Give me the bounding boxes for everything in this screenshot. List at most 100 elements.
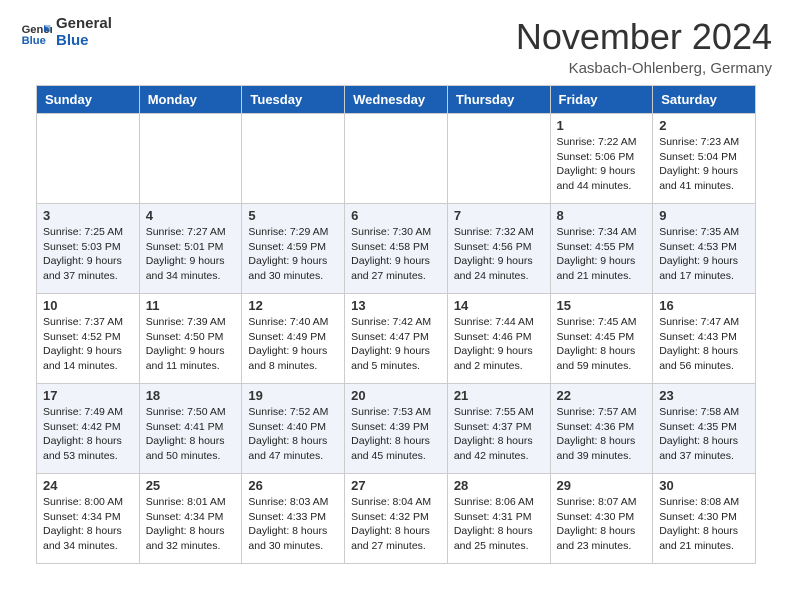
day-number: 2 xyxy=(659,118,749,133)
calendar-cell: 23 Sunrise: 7:58 AM Sunset: 4:35 PM Dayli… xyxy=(653,384,756,474)
calendar-cell: 14Sunrise: 7:44 AM Sunset: 4:46 PM Dayli… xyxy=(447,294,550,384)
col-header-sunday: Sunday xyxy=(37,86,140,114)
day-number: 29 xyxy=(557,478,647,493)
calendar-cell: 9 Sunrise: 7:35 AM Sunset: 4:53 PM Daylig… xyxy=(653,204,756,294)
day-number: 12 xyxy=(248,298,338,313)
day-number: 5 xyxy=(248,208,338,223)
day-number: 4 xyxy=(146,208,236,223)
day-info: Sunrise: 7:30 AM Sunset: 4:58 PM Dayligh… xyxy=(351,225,441,284)
location: Kasbach-Ohlenberg, Germany xyxy=(516,60,772,77)
day-info: Sunrise: 7:45 AM Sunset: 4:45 PM Dayligh… xyxy=(557,315,647,374)
day-info: Sunrise: 7:42 AM Sunset: 4:47 PM Dayligh… xyxy=(351,315,441,374)
day-info: Sunrise: 7:32 AM Sunset: 4:56 PM Dayligh… xyxy=(454,225,544,284)
day-info: Sunrise: 7:50 AM Sunset: 4:41 PM Dayligh… xyxy=(146,405,236,464)
day-number: 20 xyxy=(351,388,441,403)
calendar-cell: 11 Sunrise: 7:39 AM Sunset: 4:50 PM Dayli… xyxy=(139,294,242,384)
calendar-cell: 29 Sunrise: 8:07 AM Sunset: 4:30 PM Dayli… xyxy=(550,474,653,564)
day-number: 9 xyxy=(659,208,749,223)
calendar-cell xyxy=(242,114,345,204)
day-info: Sunrise: 7:55 AM Sunset: 4:37 PM Dayligh… xyxy=(454,405,544,464)
day-number: 26 xyxy=(248,478,338,493)
day-info: Sunrise: 7:47 AM Sunset: 4:43 PM Dayligh… xyxy=(659,315,749,374)
day-number: 16 xyxy=(659,298,749,313)
calendar-cell: 3 Sunrise: 7:25 AM Sunset: 5:03 PM Daylig… xyxy=(37,204,140,294)
day-number: 14 xyxy=(454,298,544,313)
calendar-cell: 16 Sunrise: 7:47 AM Sunset: 4:43 PM Dayli… xyxy=(653,294,756,384)
calendar-cell: 1Sunrise: 7:22 AM Sunset: 5:06 PM Daylig… xyxy=(550,114,653,204)
day-number: 7 xyxy=(454,208,544,223)
day-info: Sunrise: 8:06 AM Sunset: 4:31 PM Dayligh… xyxy=(454,495,544,554)
calendar-week-row: 3 Sunrise: 7:25 AM Sunset: 5:03 PM Daylig… xyxy=(37,204,756,294)
calendar-cell xyxy=(345,114,448,204)
calendar-cell: 28 Sunrise: 8:06 AM Sunset: 4:31 PM Dayli… xyxy=(447,474,550,564)
calendar-cell: 6 Sunrise: 7:30 AM Sunset: 4:58 PM Daylig… xyxy=(345,204,448,294)
day-number: 17 xyxy=(43,388,133,403)
calendar-cell xyxy=(447,114,550,204)
col-header-monday: Monday xyxy=(139,86,242,114)
calendar-cell: 17 Sunrise: 7:49 AM Sunset: 4:42 PM Dayli… xyxy=(37,384,140,474)
day-info: Sunrise: 7:53 AM Sunset: 4:39 PM Dayligh… xyxy=(351,405,441,464)
day-number: 28 xyxy=(454,478,544,493)
col-header-friday: Friday xyxy=(550,86,653,114)
calendar-cell: 25Sunrise: 8:01 AM Sunset: 4:34 PM Dayli… xyxy=(139,474,242,564)
calendar-cell: 10Sunrise: 7:37 AM Sunset: 4:52 PM Dayli… xyxy=(37,294,140,384)
day-info: Sunrise: 7:29 AM Sunset: 4:59 PM Dayligh… xyxy=(248,225,338,284)
day-info: Sunrise: 8:00 AM Sunset: 4:34 PM Dayligh… xyxy=(43,495,133,554)
calendar-cell: 7 Sunrise: 7:32 AM Sunset: 4:56 PM Daylig… xyxy=(447,204,550,294)
day-info: Sunrise: 7:58 AM Sunset: 4:35 PM Dayligh… xyxy=(659,405,749,464)
calendar-cell: 13Sunrise: 7:42 AM Sunset: 4:47 PM Dayli… xyxy=(345,294,448,384)
day-info: Sunrise: 7:27 AM Sunset: 5:01 PM Dayligh… xyxy=(146,225,236,284)
day-info: Sunrise: 7:34 AM Sunset: 4:55 PM Dayligh… xyxy=(557,225,647,284)
day-number: 21 xyxy=(454,388,544,403)
day-number: 8 xyxy=(557,208,647,223)
day-number: 1 xyxy=(557,118,647,133)
day-number: 18 xyxy=(146,388,236,403)
day-number: 24 xyxy=(43,478,133,493)
calendar-cell: 4 Sunrise: 7:27 AM Sunset: 5:01 PM Daylig… xyxy=(139,204,242,294)
day-number: 15 xyxy=(557,298,647,313)
day-info: Sunrise: 8:08 AM Sunset: 4:30 PM Dayligh… xyxy=(659,495,749,554)
logo-icon: General Blue xyxy=(20,17,52,49)
calendar-wrap: SundayMondayTuesdayWednesdayThursdayFrid… xyxy=(0,85,792,580)
svg-text:Blue: Blue xyxy=(22,35,46,47)
col-header-thursday: Thursday xyxy=(447,86,550,114)
day-info: Sunrise: 7:49 AM Sunset: 4:42 PM Dayligh… xyxy=(43,405,133,464)
day-info: Sunrise: 7:35 AM Sunset: 4:53 PM Dayligh… xyxy=(659,225,749,284)
title-block: November 2024 Kasbach-Ohlenberg, Germany xyxy=(516,16,772,77)
day-info: Sunrise: 8:01 AM Sunset: 4:34 PM Dayligh… xyxy=(146,495,236,554)
day-number: 22 xyxy=(557,388,647,403)
calendar-cell: 15 Sunrise: 7:45 AM Sunset: 4:45 PM Dayli… xyxy=(550,294,653,384)
calendar-cell: 30 Sunrise: 8:08 AM Sunset: 4:30 PM Dayli… xyxy=(653,474,756,564)
page-header: General Blue General Blue November 2024 … xyxy=(0,0,792,85)
day-info: Sunrise: 7:57 AM Sunset: 4:36 PM Dayligh… xyxy=(557,405,647,464)
day-info: Sunrise: 7:52 AM Sunset: 4:40 PM Dayligh… xyxy=(248,405,338,464)
calendar-cell: 19Sunrise: 7:52 AM Sunset: 4:40 PM Dayli… xyxy=(242,384,345,474)
col-header-tuesday: Tuesday xyxy=(242,86,345,114)
calendar-cell: 20 Sunrise: 7:53 AM Sunset: 4:39 PM Dayli… xyxy=(345,384,448,474)
day-number: 23 xyxy=(659,388,749,403)
day-number: 11 xyxy=(146,298,236,313)
calendar-cell: 21 Sunrise: 7:55 AM Sunset: 4:37 PM Dayli… xyxy=(447,384,550,474)
calendar-week-row: 10Sunrise: 7:37 AM Sunset: 4:52 PM Dayli… xyxy=(37,294,756,384)
calendar-cell: 26Sunrise: 8:03 AM Sunset: 4:33 PM Dayli… xyxy=(242,474,345,564)
logo: General Blue General Blue xyxy=(20,16,112,49)
day-info: Sunrise: 7:23 AM Sunset: 5:04 PM Dayligh… xyxy=(659,135,749,194)
day-number: 6 xyxy=(351,208,441,223)
calendar-cell: 22 Sunrise: 7:57 AM Sunset: 4:36 PM Dayli… xyxy=(550,384,653,474)
calendar-cell: 2 Sunrise: 7:23 AM Sunset: 5:04 PM Daylig… xyxy=(653,114,756,204)
col-header-wednesday: Wednesday xyxy=(345,86,448,114)
month-title: November 2024 xyxy=(516,16,772,58)
calendar-table: SundayMondayTuesdayWednesdayThursdayFrid… xyxy=(36,85,756,564)
col-header-saturday: Saturday xyxy=(653,86,756,114)
day-info: Sunrise: 7:39 AM Sunset: 4:50 PM Dayligh… xyxy=(146,315,236,374)
day-number: 30 xyxy=(659,478,749,493)
calendar-header-row: SundayMondayTuesdayWednesdayThursdayFrid… xyxy=(37,86,756,114)
day-info: Sunrise: 7:25 AM Sunset: 5:03 PM Dayligh… xyxy=(43,225,133,284)
day-info: Sunrise: 7:40 AM Sunset: 4:49 PM Dayligh… xyxy=(248,315,338,374)
calendar-cell xyxy=(37,114,140,204)
day-number: 3 xyxy=(43,208,133,223)
day-info: Sunrise: 8:07 AM Sunset: 4:30 PM Dayligh… xyxy=(557,495,647,554)
calendar-cell xyxy=(139,114,242,204)
day-number: 10 xyxy=(43,298,133,313)
calendar-cell: 8 Sunrise: 7:34 AM Sunset: 4:55 PM Daylig… xyxy=(550,204,653,294)
